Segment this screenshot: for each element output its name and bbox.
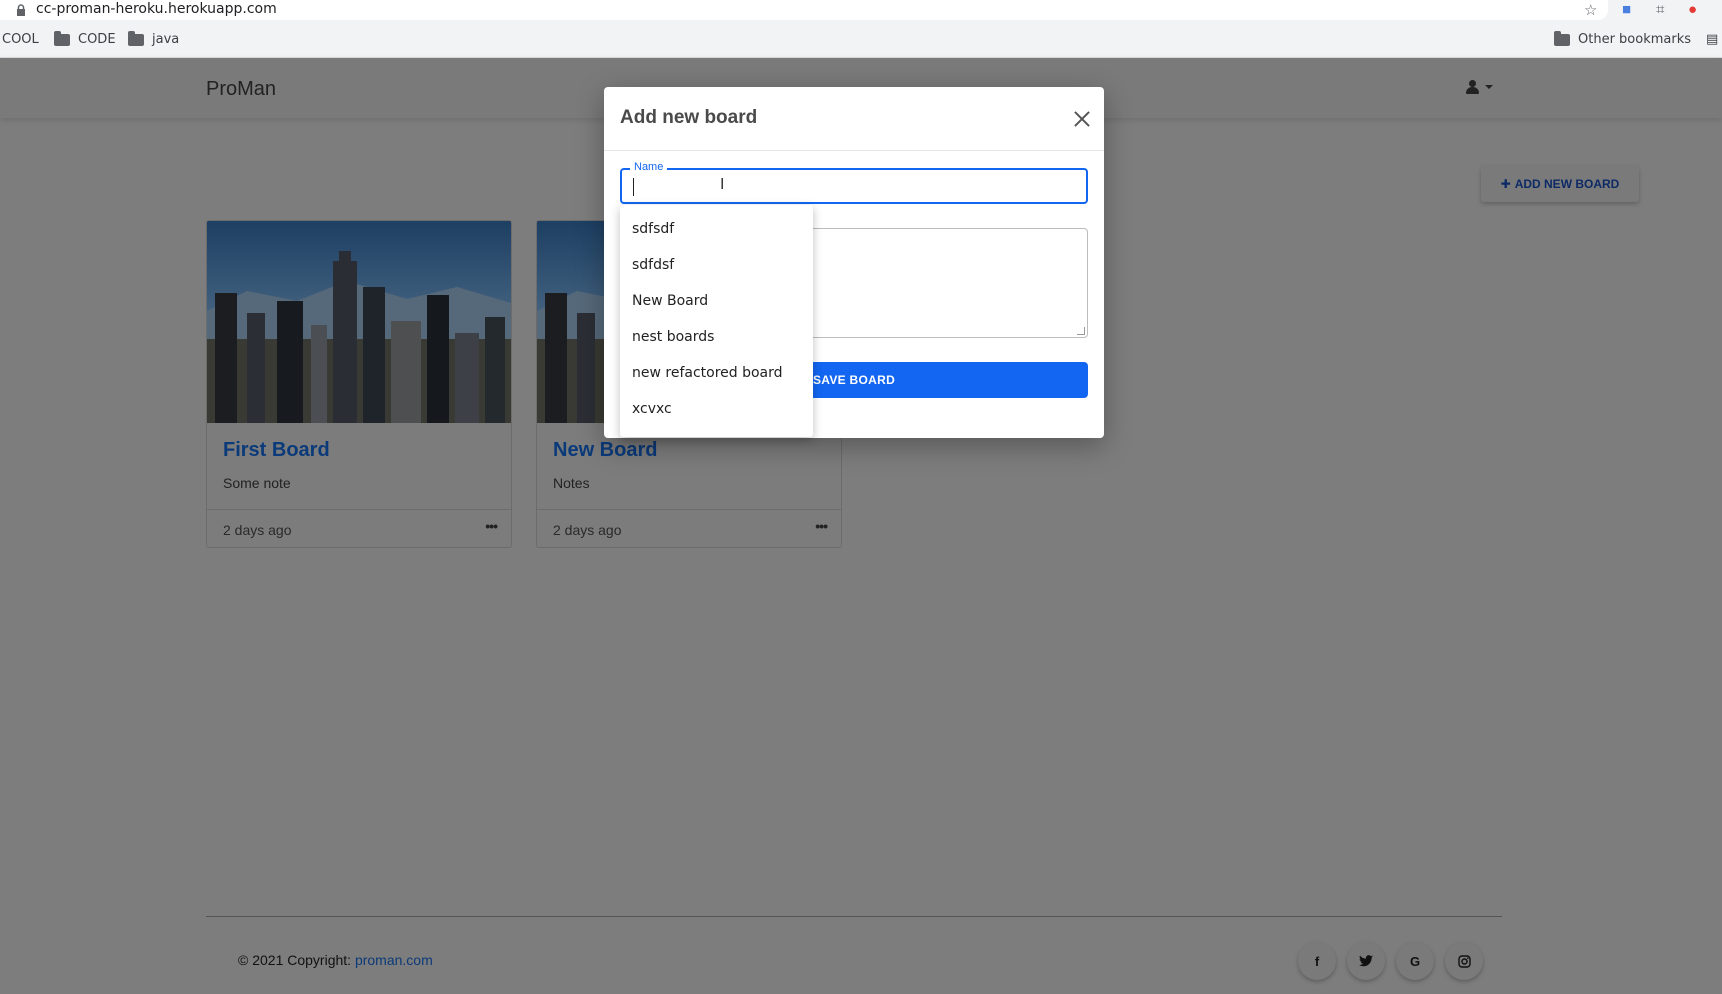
modal-title: Add new board xyxy=(620,107,758,128)
lock-icon xyxy=(17,4,25,16)
url-text[interactable]: cc-proman-heroku.herokuapp.com xyxy=(36,1,277,17)
more-options-icon[interactable]: ••• xyxy=(485,518,498,534)
add-new-board-button[interactable]: ✚ ADD NEW BOARD xyxy=(1481,166,1639,202)
bookmark-cool[interactable]: COOL xyxy=(2,32,39,47)
autocomplete-item[interactable]: new refactored board xyxy=(620,355,813,391)
autocomplete-item[interactable]: xcvxc xyxy=(620,391,813,427)
autocomplete-dropdown: sdfsdf sdfdsf New Board nest boards new … xyxy=(620,205,813,437)
board-card[interactable]: First Board Some note 2 days ago ••• xyxy=(206,220,512,548)
facebook-icon[interactable]: f xyxy=(1298,942,1336,980)
folder-icon xyxy=(1554,30,1570,46)
reading-list-icon[interactable]: ▤ xyxy=(1706,32,1718,47)
folder-icon xyxy=(128,30,144,46)
star-icon[interactable]: ☆ xyxy=(1584,1,1597,19)
browser-toolbar: cc-proman-heroku.herokuapp.com ☆ ■ ⌗ ● xyxy=(0,0,1722,22)
opera-icon[interactable]: ● xyxy=(1688,1,1697,18)
plus-icon: ✚ xyxy=(1500,177,1511,191)
translate-icon[interactable]: ■ xyxy=(1622,1,1631,18)
other-bookmarks[interactable]: Other bookmarks xyxy=(1554,30,1692,47)
modal-header: Add new board xyxy=(604,87,1104,151)
board-image xyxy=(207,221,511,423)
name-field[interactable]: Name I xyxy=(620,161,1088,204)
name-label: Name xyxy=(630,161,668,173)
autocomplete-item[interactable]: sdfdsf xyxy=(620,247,813,283)
bookmark-java[interactable]: java xyxy=(128,30,180,47)
user-menu[interactable] xyxy=(1466,80,1493,94)
bookmark-code[interactable]: CODE xyxy=(54,30,116,47)
board-note: Notes xyxy=(553,475,590,491)
board-timestamp: 2 days ago xyxy=(223,522,292,538)
folder-icon xyxy=(54,30,70,46)
bookmark-label: COOL xyxy=(2,32,39,47)
crop-icon[interactable]: ⌗ xyxy=(1656,1,1664,18)
copyright-text: © 2021 Copyright: xyxy=(238,952,355,968)
board-footer: 2 days ago ••• xyxy=(207,509,511,547)
brand-logo[interactable]: ProMan xyxy=(206,78,276,101)
bookmark-label: java xyxy=(152,32,180,47)
resize-grip-icon[interactable] xyxy=(1077,327,1085,335)
add-board-label: ADD NEW BOARD xyxy=(1514,177,1620,191)
autocomplete-item[interactable]: sdfsdf xyxy=(620,211,813,247)
board-footer: 2 days ago ••• xyxy=(537,509,841,547)
other-bookmarks-label: Other bookmarks xyxy=(1578,32,1692,47)
instagram-icon[interactable] xyxy=(1445,942,1483,980)
ibeam-cursor-icon: I xyxy=(720,176,725,193)
caret-down-icon xyxy=(1485,85,1493,89)
copyright: © 2021 Copyright: proman.com xyxy=(238,952,433,968)
autocomplete-item[interactable]: nest boards xyxy=(620,319,813,355)
bookmarks-bar: COOL CODE java Other bookmarks ▤ xyxy=(0,22,1722,58)
google-icon[interactable]: G xyxy=(1396,942,1434,980)
board-title[interactable]: First Board xyxy=(223,439,330,462)
text-cursor xyxy=(633,178,634,196)
name-input[interactable] xyxy=(632,176,1072,196)
footer-divider xyxy=(206,916,1502,917)
twitter-icon[interactable] xyxy=(1347,942,1385,980)
close-icon[interactable] xyxy=(1070,107,1094,131)
more-options-icon[interactable]: ••• xyxy=(815,518,828,534)
user-icon xyxy=(1466,80,1479,94)
bookmark-label: CODE xyxy=(78,32,116,47)
footer-link[interactable]: proman.com xyxy=(355,952,433,968)
board-timestamp: 2 days ago xyxy=(553,522,622,538)
board-note: Some note xyxy=(223,475,291,491)
board-title[interactable]: New Board xyxy=(553,439,657,462)
address-bar[interactable]: cc-proman-heroku.herokuapp.com xyxy=(0,0,1608,20)
autocomplete-item[interactable]: New Board xyxy=(620,283,813,319)
